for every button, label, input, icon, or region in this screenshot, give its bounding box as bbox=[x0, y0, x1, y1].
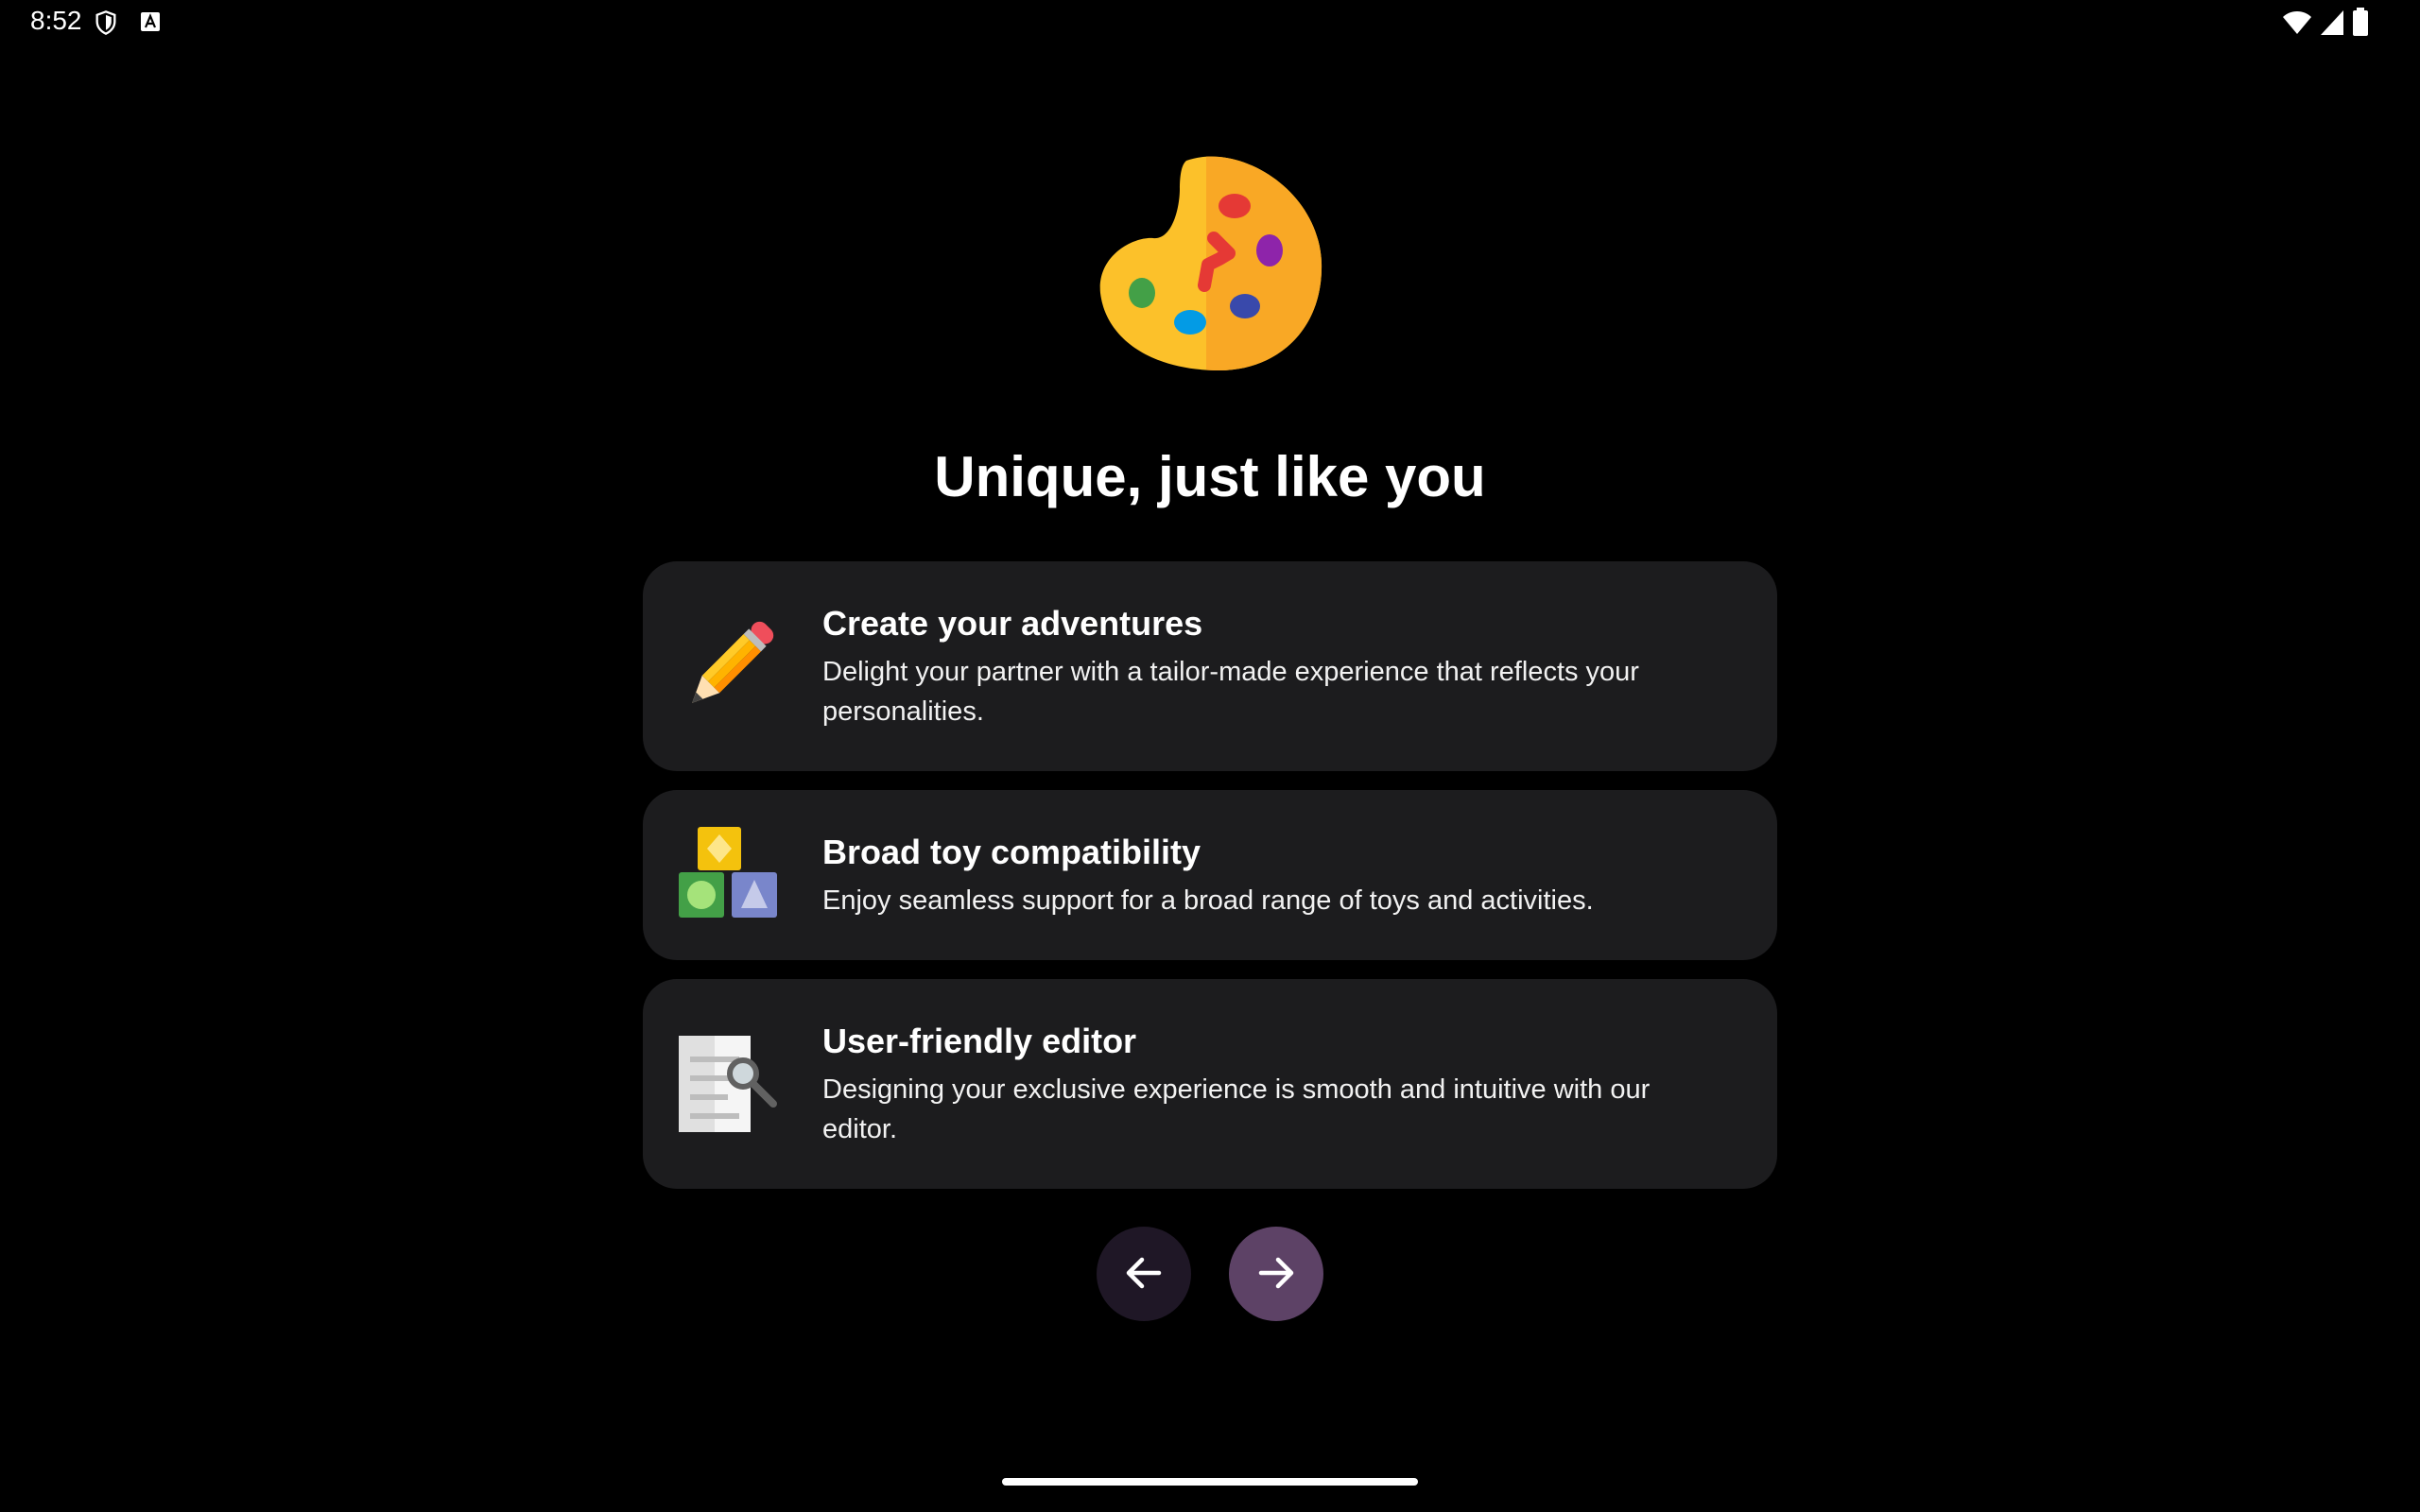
onboarding-screen: 8:52 Unique, just like you Create your a… bbox=[0, 0, 2420, 1512]
feature-card-create-adventures: Create your adventures Delight your part… bbox=[643, 561, 1777, 771]
card-title: User-friendly editor bbox=[822, 1022, 1137, 1060]
battery-icon bbox=[2352, 8, 2369, 41]
card-title: Create your adventures bbox=[822, 604, 1203, 643]
back-button[interactable] bbox=[1097, 1227, 1191, 1321]
cellular-signal-icon bbox=[2320, 9, 2344, 41]
arrow-right-icon bbox=[1253, 1250, 1299, 1298]
arrow-left-icon bbox=[1121, 1250, 1167, 1298]
page-title: Unique, just like you bbox=[934, 445, 1486, 508]
home-indicator[interactable] bbox=[1002, 1478, 1418, 1486]
paint-palette-icon bbox=[1097, 151, 1323, 378]
document-search-icon bbox=[679, 1034, 779, 1134]
wifi-icon bbox=[2282, 9, 2312, 41]
toy-blocks-icon bbox=[679, 825, 779, 925]
card-description: Designing your exclusive experience is s… bbox=[822, 1074, 1651, 1144]
feature-card-toy-compatibility: Broad toy compatibility Enjoy seamless s… bbox=[643, 790, 1777, 960]
feature-card-user-friendly-editor: User-friendly editor Designing your excl… bbox=[643, 979, 1777, 1189]
status-time: 8:52 bbox=[30, 6, 82, 35]
card-description: Enjoy seamless support for a broad range… bbox=[822, 885, 1594, 916]
shield-icon bbox=[93, 9, 119, 41]
card-title: Broad toy compatibility bbox=[822, 833, 1201, 871]
card-description: Delight your partner with a tailor-made … bbox=[822, 657, 1639, 727]
status-bar: 8:52 bbox=[0, 0, 2420, 45]
pencil-icon bbox=[679, 616, 779, 716]
keyboard-a-icon bbox=[140, 11, 161, 37]
next-button[interactable] bbox=[1229, 1227, 1323, 1321]
